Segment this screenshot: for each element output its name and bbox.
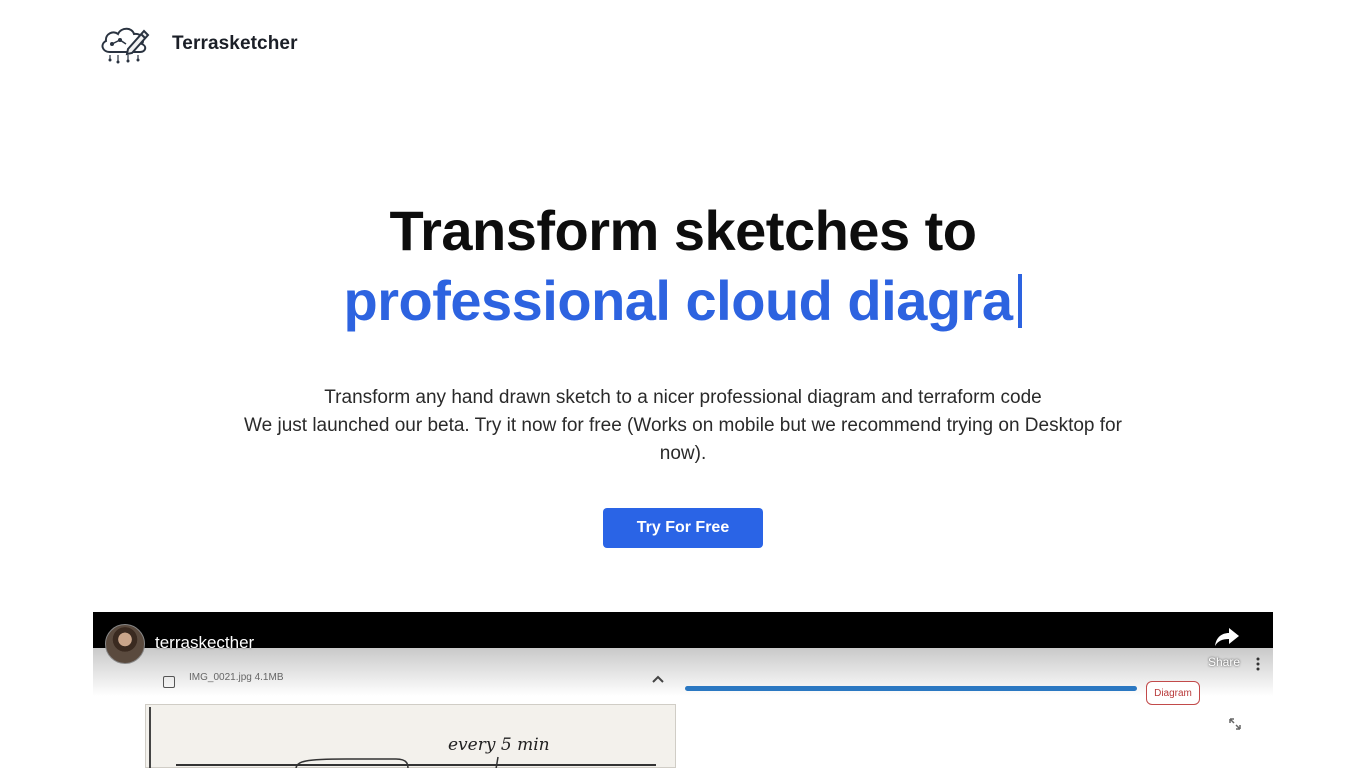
channel-avatar[interactable] bbox=[105, 624, 145, 664]
video-title-bar bbox=[93, 612, 1273, 648]
sketch-annotation: every 5 min bbox=[448, 735, 550, 755]
share-arrow-icon[interactable] bbox=[1213, 626, 1241, 648]
sketch-preview-image: every 5 min bbox=[145, 704, 676, 768]
cloud-pencil-logo-icon[interactable] bbox=[98, 22, 154, 66]
video-channel-title[interactable]: terraskecther bbox=[155, 633, 254, 653]
description-line-1: Transform any hand drawn sketch to a nic… bbox=[324, 387, 1042, 408]
expand-icon[interactable] bbox=[1229, 718, 1241, 730]
hero-line-2: professional cloud diagra bbox=[344, 266, 1023, 336]
share-label[interactable]: Share bbox=[1208, 655, 1240, 669]
brand-name[interactable]: Terrasketcher bbox=[172, 33, 298, 55]
demo-video-player[interactable]: every 5 min terraskecther Share IMG_0021… bbox=[93, 612, 1273, 768]
site-header: Terrasketcher bbox=[98, 22, 298, 66]
typing-caret bbox=[1018, 274, 1023, 328]
progress-bar bbox=[685, 686, 1137, 691]
hero-line-1: Transform sketches to bbox=[389, 199, 977, 262]
chevron-up-icon[interactable] bbox=[651, 674, 665, 684]
diagram-button[interactable]: Diagram bbox=[1146, 681, 1200, 705]
description-line-2: We just launched our beta. Try it now fo… bbox=[244, 415, 1122, 464]
checkbox-icon[interactable] bbox=[163, 676, 175, 688]
hand-drawn-sketch bbox=[149, 707, 656, 768]
hero-description: Transform any hand drawn sketch to a nic… bbox=[233, 384, 1133, 468]
file-name-label: IMG_0021.jpg 4.1MB bbox=[189, 672, 284, 683]
typed-text: professional cloud diagra bbox=[343, 269, 1013, 332]
hero-heading: Transform sketches to professional cloud… bbox=[0, 196, 1366, 336]
try-for-free-button[interactable]: Try For Free bbox=[603, 508, 763, 548]
more-vertical-icon[interactable] bbox=[1255, 657, 1261, 671]
